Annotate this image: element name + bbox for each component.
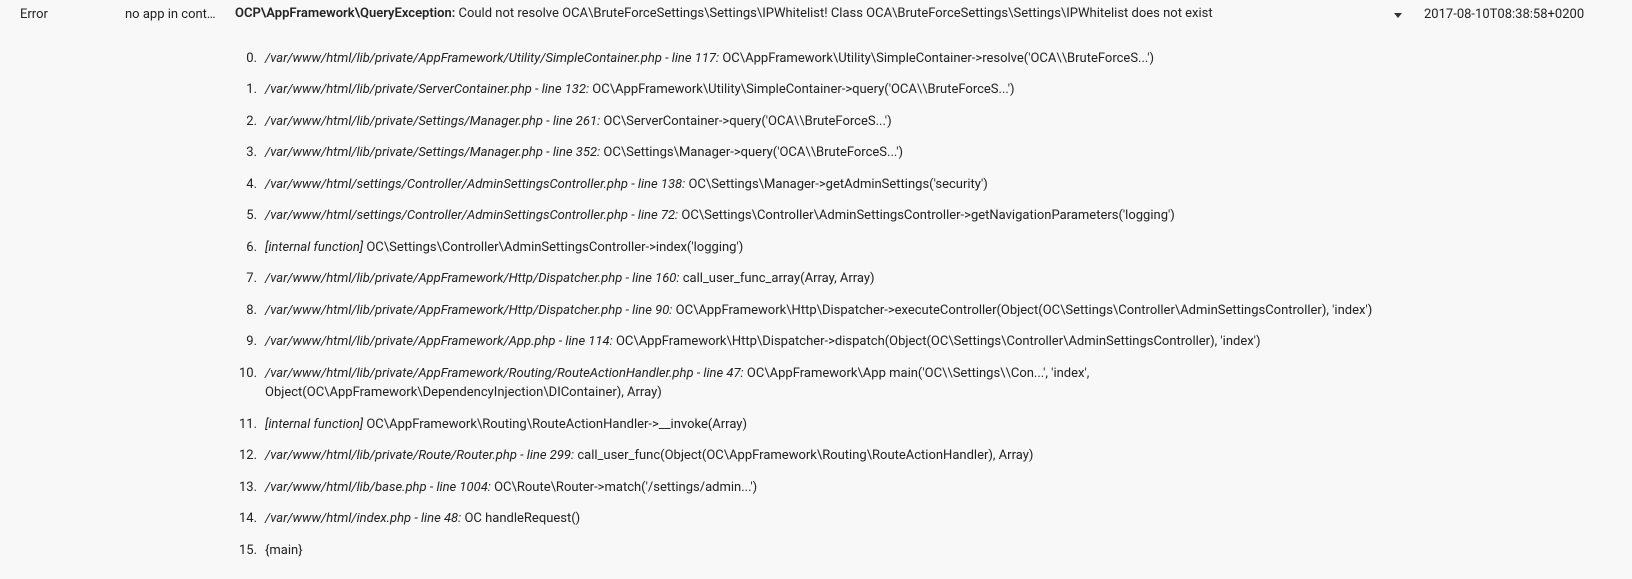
trace-file: /var/www/html/lib/private/AppFramework/U…	[265, 51, 662, 66]
trace-frame: {main}	[235, 535, 1402, 567]
trace-line: - line 352:	[543, 145, 600, 160]
trace-call: OC\Route\Router->match('/settings/admin.…	[491, 480, 757, 495]
trace-line: - line 299:	[517, 448, 574, 463]
trace-line: - line 72:	[628, 208, 678, 223]
trace-file: /var/www/html/index.php	[265, 511, 411, 526]
trace-line: - line 48:	[411, 511, 461, 526]
trace-file: /var/www/html/lib/private/Settings/Manag…	[265, 114, 543, 129]
collapse-toggle[interactable]	[1394, 4, 1424, 26]
log-message: OCP\AppFramework\QueryException: Could n…	[235, 4, 1394, 24]
trace-frame: /var/www/html/lib/private/ServerContaine…	[235, 74, 1402, 106]
trace-call: call_user_func_array(Array, Array)	[680, 271, 875, 286]
log-entry-row[interactable]: Error no app in cont… OCP\AppFramework\Q…	[0, 0, 1632, 30]
trace-frame: /var/www/html/lib/private/Settings/Manag…	[235, 106, 1402, 138]
trace-file: [internal function]	[265, 240, 363, 255]
trace-call: OC\AppFramework\Http\Dispatcher->execute…	[672, 303, 1372, 318]
trace-call: OC\Settings\Controller\AdminSettingsCont…	[363, 240, 743, 255]
trace-file: /var/www/html/lib/base.php	[265, 480, 427, 495]
trace-frame: /var/www/html/lib/private/AppFramework/U…	[235, 43, 1402, 75]
exception-class: OCP\AppFramework\QueryException:	[235, 6, 455, 21]
trace-line: - line 114:	[556, 334, 613, 349]
trace-call: {main}	[265, 543, 303, 558]
trace-call: OC\Settings\Controller\AdminSettingsCont…	[678, 208, 1175, 223]
trace-file: /var/www/html/lib/private/Settings/Manag…	[265, 145, 543, 160]
trace-line: - line 138:	[628, 177, 685, 192]
trace-call: OC\ServerContainer->query('OCA\\BruteFor…	[600, 114, 891, 129]
trace-frame: [internal function] OC\AppFramework\Rout…	[235, 409, 1402, 441]
trace-file: /var/www/html/settings/Controller/AdminS…	[265, 208, 628, 223]
trace-call: OC\AppFramework\Utility\SimpleContainer-…	[719, 51, 1154, 66]
trace-line: - line 132:	[532, 82, 589, 97]
trace-call: OC\Settings\Manager->query('OCA\\BruteFo…	[600, 145, 903, 160]
trace-frame: [internal function] OC\Settings\Controll…	[235, 232, 1402, 264]
trace-file: /var/www/html/lib/private/ServerContaine…	[265, 82, 532, 97]
trace-file: /var/www/html/settings/Controller/AdminS…	[265, 177, 628, 192]
stack-trace: /var/www/html/lib/private/AppFramework/U…	[235, 43, 1402, 567]
trace-file: /var/www/html/lib/private/Route/Router.p…	[265, 448, 517, 463]
trace-call: OC\AppFramework\Utility\SimpleContainer-…	[589, 82, 1014, 97]
trace-frame: /var/www/html/lib/base.php - line 1004: …	[235, 472, 1402, 504]
trace-call: OC handleRequest()	[461, 511, 580, 526]
trace-line: - line 117:	[662, 51, 719, 66]
trace-call: OC\AppFramework\Http\Dispatcher->dispatc…	[613, 334, 1261, 349]
log-app: no app in cont…	[125, 4, 235, 25]
trace-frame: /var/www/html/lib/private/Route/Router.p…	[235, 440, 1402, 472]
trace-frame: /var/www/html/lib/private/AppFramework/R…	[235, 358, 1402, 409]
trace-frame: /var/www/html/lib/private/AppFramework/H…	[235, 295, 1402, 327]
trace-line: - line 1004:	[427, 480, 491, 495]
trace-file: /var/www/html/lib/private/AppFramework/H…	[265, 271, 622, 286]
trace-frame: /var/www/html/lib/private/AppFramework/A…	[235, 326, 1402, 358]
trace-call: call_user_func(Object(OC\AppFramework\Ro…	[574, 448, 1033, 463]
trace-line: - line 160:	[622, 271, 679, 286]
trace-call: OC\Settings\Manager->getAdminSettings('s…	[685, 177, 988, 192]
log-level: Error	[20, 4, 125, 25]
trace-frame: /var/www/html/settings/Controller/AdminS…	[235, 169, 1402, 201]
trace-frame: /var/www/html/settings/Controller/AdminS…	[235, 200, 1402, 232]
trace-line: - line 47:	[694, 366, 744, 381]
exception-text: Could not resolve OCA\BruteForceSettings…	[455, 6, 1212, 21]
trace-call: OC\AppFramework\Routing\RouteActionHandl…	[363, 417, 747, 432]
trace-file: [internal function]	[265, 417, 363, 432]
trace-line: - line 261:	[543, 114, 600, 129]
trace-file: /var/www/html/lib/private/AppFramework/H…	[265, 303, 622, 318]
log-timestamp: 2017-08-10T08:38:58+0200	[1424, 4, 1624, 25]
caret-down-icon	[1394, 13, 1402, 18]
trace-frame: /var/www/html/lib/private/AppFramework/H…	[235, 263, 1402, 295]
trace-frame: /var/www/html/lib/private/Settings/Manag…	[235, 137, 1402, 169]
trace-line: - line 90:	[622, 303, 672, 318]
trace-frame: /var/www/html/index.php - line 48: OC ha…	[235, 503, 1402, 535]
trace-file: /var/www/html/lib/private/AppFramework/R…	[265, 366, 694, 381]
trace-file: /var/www/html/lib/private/AppFramework/A…	[265, 334, 556, 349]
